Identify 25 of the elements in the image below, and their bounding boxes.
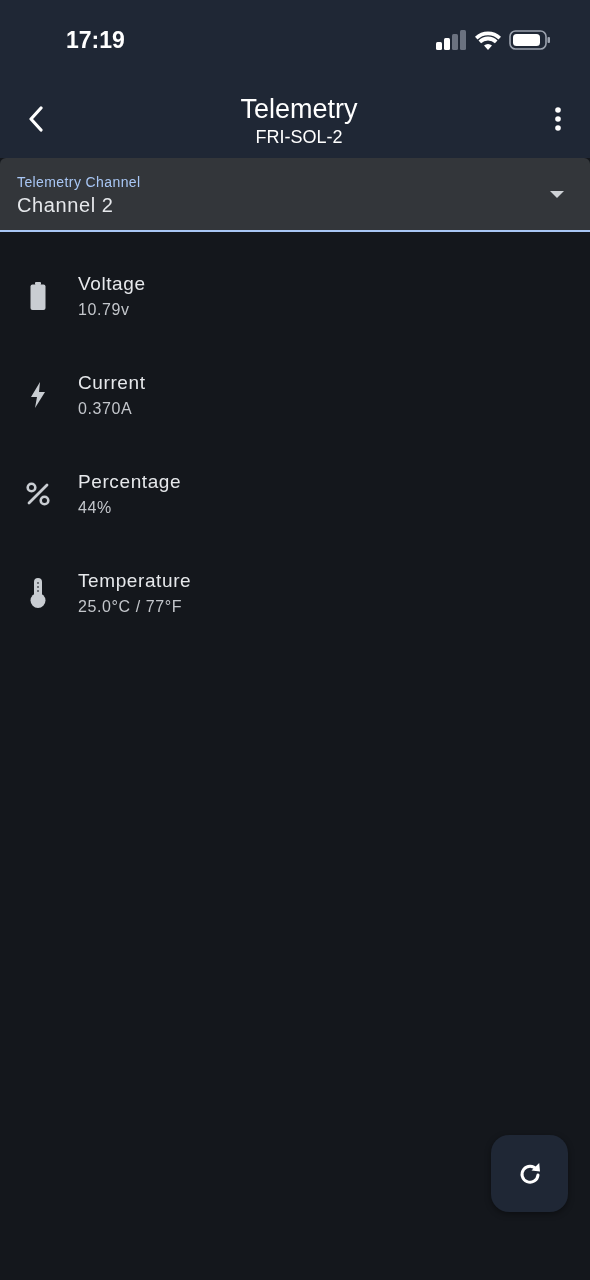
reading-name: Voltage [78, 272, 146, 295]
thermometer-icon [30, 577, 46, 608]
caret-icon [550, 190, 564, 198]
signal-icon [436, 30, 467, 50]
battery-icon [509, 30, 551, 50]
percent-icon [26, 481, 50, 506]
reading-value: 44% [78, 498, 113, 517]
back-icon [28, 106, 44, 132]
reading-name: Temperature [78, 569, 192, 592]
reading-name: Current [78, 371, 146, 394]
refresh-button[interactable] [491, 1135, 568, 1212]
channel-dropdown[interactable]: Telemetry Channel Channel 2 [0, 158, 590, 232]
reading-value: 25.0°C / 77°F [78, 597, 184, 616]
status-time: 17:19 [66, 26, 125, 54]
reading-name: Percentage [78, 470, 182, 493]
reading-value: 0.370A [78, 399, 134, 418]
screen-title: Telemetry [240, 93, 358, 125]
dropdown-label: Telemetry Channel [17, 173, 141, 190]
lightning-bolt-icon [31, 381, 45, 408]
reading-value: 10.79v [78, 300, 131, 319]
dropdown-value: Channel 2 [17, 193, 115, 217]
device-name: FRI-SOL-2 [255, 126, 343, 149]
more-icon [554, 107, 562, 131]
battery-icon [30, 281, 46, 310]
wifi-icon [475, 30, 501, 50]
